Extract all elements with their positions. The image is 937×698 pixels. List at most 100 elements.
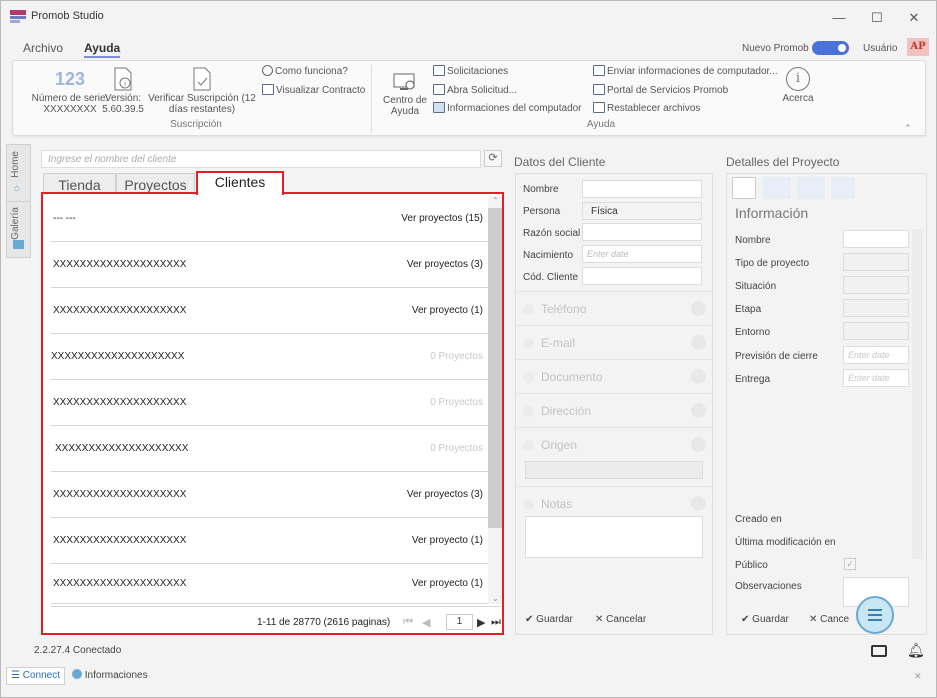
open-request-button[interactable]: Abra Solicitud... — [433, 84, 517, 96]
minimize-button[interactable]: — — [824, 7, 854, 29]
restore-files-button[interactable]: Restablecer archivos — [593, 102, 700, 114]
bottom-tab-informaciones[interactable]: Informaciones — [67, 667, 153, 685]
project-details-title: Detalles del Proyecto — [726, 155, 840, 169]
business-name-field[interactable] — [582, 223, 702, 241]
list-item[interactable]: XXXXXXXXXXXXXXXXXXXX Ver proyecto (1) — [51, 564, 495, 604]
panel-close-icon[interactable]: ✕ — [914, 671, 922, 682]
home-icon: ⌂ — [14, 183, 21, 194]
section-direccion[interactable]: Dirección — [517, 393, 711, 427]
menu-archivo[interactable]: Archivo — [23, 41, 63, 55]
list-item[interactable]: XXXXXXXXXXXXXXXXXXXX 0 Proyectos — [51, 380, 495, 426]
add-icon[interactable] — [691, 437, 706, 452]
close-button[interactable]: ✕ — [899, 7, 929, 29]
checklist-tab-icon[interactable] — [831, 177, 855, 199]
public-checkbox[interactable]: ✓ — [844, 558, 856, 570]
side-tab-galeria[interactable]: Galería — [10, 207, 21, 240]
field-label: Nombre — [523, 184, 559, 195]
bell-icon[interactable]: 🔔︎ — [907, 642, 925, 659]
requests-button[interactable]: Solicitaciones — [433, 65, 508, 77]
maximize-button[interactable]: ☐ — [862, 7, 892, 29]
add-icon[interactable] — [691, 369, 706, 384]
first-page-icon[interactable]: ⏮ — [403, 616, 413, 629]
field-label: Cód. Cliente — [523, 272, 579, 283]
send-info-button[interactable]: Enviar informaciones de computador... — [593, 65, 778, 77]
side-tab-home[interactable]: Home — [10, 151, 21, 178]
list-item[interactable]: --- --- Ver proyectos (15) — [51, 196, 495, 242]
name-field[interactable] — [582, 180, 702, 198]
project-scrollbar[interactable] — [912, 229, 923, 559]
flow-tab-icon[interactable] — [763, 177, 791, 199]
environment-select[interactable] — [843, 322, 909, 340]
scroll-up-icon[interactable]: ⌃ — [492, 196, 499, 205]
projects-link[interactable]: Ver proyectos (3) — [407, 259, 483, 270]
last-page-icon[interactable]: ⏭ — [491, 616, 501, 629]
projects-link[interactable]: Ver proyecto (1) — [412, 578, 483, 589]
scrollbar-thumb[interactable] — [488, 208, 502, 528]
projects-link[interactable]: Ver proyecto (1) — [412, 305, 483, 316]
chat-icon[interactable] — [871, 645, 887, 657]
birth-date-field[interactable]: Enter date — [582, 245, 702, 263]
services-portal-button[interactable]: Portal de Servicios Promob — [593, 84, 728, 96]
section-telefono[interactable]: Teléfono — [517, 291, 711, 325]
section-documento[interactable]: Documento — [517, 359, 711, 393]
avatar[interactable]: AP — [907, 38, 929, 56]
nuevo-promob-toggle[interactable] — [812, 41, 849, 55]
section-title: E-mail — [541, 336, 576, 350]
projects-link[interactable]: Ver proyectos (15) — [401, 213, 483, 224]
add-icon[interactable] — [691, 403, 706, 418]
tab-clientes[interactable]: Clientes — [196, 171, 284, 195]
client-search-input[interactable]: Ingrese el nombre del cliente — [41, 150, 481, 168]
cancel-project-button[interactable]: ✕ Cance — [809, 614, 849, 625]
list-item[interactable]: XXXXXXXXXXXXXXXXXXXX Ver proyectos (3) — [51, 472, 495, 518]
project-type-select[interactable] — [843, 253, 909, 271]
menu-ayuda[interactable]: Ayuda — [84, 41, 121, 58]
section-notas[interactable]: Notas — [517, 486, 711, 520]
about-button[interactable]: i Acerca — [777, 67, 819, 104]
projects-count: 0 Proyectos — [430, 397, 483, 408]
cancel-client-button[interactable]: ✕ Cancelar — [595, 614, 646, 625]
info-circle-icon: i — [786, 67, 810, 91]
situation-select[interactable] — [843, 276, 909, 294]
menu-fab-button[interactable] — [856, 596, 894, 634]
projects-link[interactable]: Ver proyecto (1) — [412, 535, 483, 546]
add-icon[interactable] — [691, 335, 706, 350]
list-item[interactable]: XXXXXXXXXXXXXXXXXXXX 0 Proyectos — [51, 334, 495, 380]
persona-select[interactable]: Física — [582, 202, 702, 220]
how-it-works-button[interactable]: Como funciona? — [262, 65, 348, 77]
list-item[interactable]: XXXXXXXXXXXXXXXXXXXX Ver proyectos (3) — [51, 242, 495, 288]
delivery-date-field[interactable]: Enter date — [843, 369, 909, 387]
bottom-tab-connect[interactable]: ☰ Connect — [6, 667, 65, 685]
project-name-field[interactable] — [843, 230, 909, 248]
page-number-input[interactable]: 1 — [446, 614, 473, 630]
list-item[interactable]: XXXXXXXXXXXXXXXXXXXX Ver proyecto (1) — [51, 288, 495, 334]
view-contract-button[interactable]: Visualizar Contracto — [262, 84, 365, 96]
stage-select[interactable] — [843, 299, 909, 317]
user-menu[interactable]: Usuário — [863, 43, 897, 54]
save-client-button[interactable]: ✔ Guardar — [525, 614, 573, 625]
projects-link[interactable]: Ver proyectos (3) — [407, 489, 483, 500]
portal-icon — [593, 84, 605, 95]
add-icon[interactable] — [691, 301, 706, 316]
add-icon[interactable] — [691, 496, 706, 511]
client-code-field[interactable] — [582, 267, 702, 285]
section-email[interactable]: E-mail — [517, 325, 711, 359]
public-label: Público — [735, 560, 768, 571]
scroll-down-icon[interactable]: ⌄ — [492, 594, 499, 603]
list-item[interactable]: XXXXXXXXXXXXXXXXXXXX 0 Proyectos — [51, 426, 495, 472]
verify-subscription-button[interactable]: Verificar Suscripción (12 días restantes… — [146, 67, 258, 115]
next-page-icon[interactable]: ▶ — [477, 616, 485, 629]
version-button[interactable]: i Versión: 5.60.39.5 — [102, 67, 144, 115]
section-origen[interactable]: Origen — [517, 427, 711, 461]
refresh-icon[interactable]: ⟳ — [484, 150, 502, 167]
save-project-button[interactable]: ✔ Guardar — [741, 614, 789, 625]
collapse-ribbon-icon[interactable]: ⌃ — [904, 123, 912, 134]
close-date-field[interactable]: Enter date — [843, 346, 909, 364]
origin-select[interactable] — [525, 461, 703, 479]
help-center-button[interactable]: Centro de Ayuda — [379, 73, 431, 117]
list-item[interactable]: XXXXXXXXXXXXXXXXXXXX Ver proyecto (1) — [51, 518, 495, 564]
info-tab-icon[interactable] — [732, 177, 756, 199]
prev-page-icon[interactable]: ◀ — [422, 616, 430, 629]
computer-info-button[interactable]: Informaciones del computador — [433, 102, 582, 114]
notes-field[interactable] — [525, 516, 703, 558]
history-tab-icon[interactable] — [797, 177, 825, 199]
